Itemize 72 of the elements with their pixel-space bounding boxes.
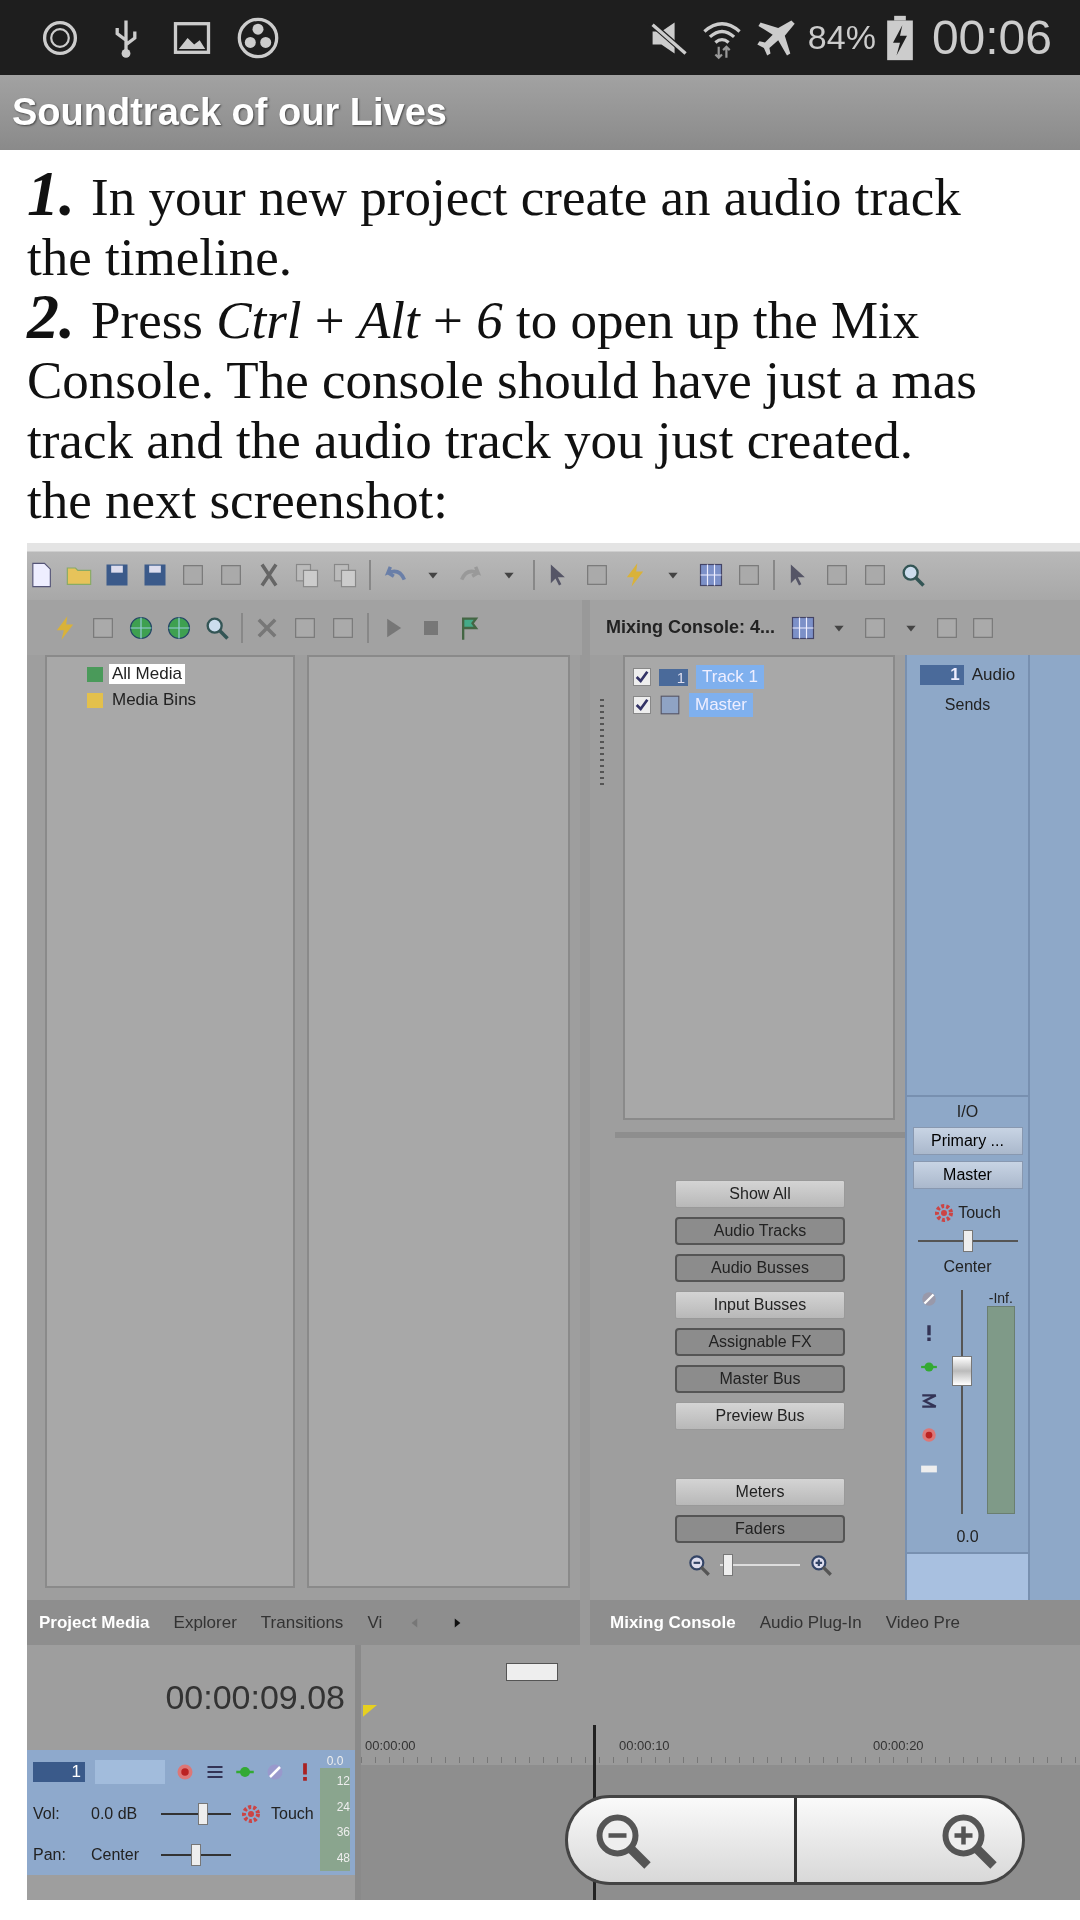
book-title: Soundtrack of our Lives bbox=[12, 91, 447, 134]
section-label: I/O bbox=[956, 1102, 979, 1122]
marker-icon[interactable] bbox=[363, 1705, 377, 1719]
zoom-out-icon[interactable] bbox=[686, 1552, 712, 1578]
checkbox[interactable] bbox=[633, 696, 651, 714]
loop-region-marker[interactable] bbox=[506, 1663, 558, 1681]
meter-scale-label: 12 bbox=[336, 1773, 350, 1788]
film-reel-icon bbox=[236, 15, 280, 60]
channel-name: Audio bbox=[971, 665, 1016, 685]
meter-scale-label: 36 bbox=[336, 1825, 350, 1840]
output-button[interactable]: Master bbox=[912, 1161, 1023, 1189]
clock: 00:06 bbox=[931, 10, 1052, 65]
volume-value: 0.0 dB bbox=[91, 1804, 139, 1823]
tab[interactable]: Vi bbox=[367, 1612, 383, 1633]
filter-button[interactable]: Preview Bus bbox=[675, 1402, 845, 1430]
tab[interactable]: Audio Plug-In bbox=[759, 1612, 862, 1633]
channel-number: 1 bbox=[919, 665, 964, 685]
zoom-in-icon[interactable] bbox=[808, 1552, 834, 1578]
battery-charging-icon bbox=[885, 13, 914, 62]
pan-value: Center bbox=[943, 1257, 992, 1277]
phase-icon[interactable] bbox=[920, 1290, 939, 1308]
meter-scale-label: 48 bbox=[336, 1851, 350, 1866]
peak-value: -Inf. bbox=[988, 1290, 1013, 1306]
filter-button[interactable]: Input Busses bbox=[675, 1291, 845, 1319]
tree-item[interactable]: All Media bbox=[109, 664, 185, 684]
meter-value: 0.0 bbox=[326, 1754, 344, 1768]
folder-icon bbox=[85, 690, 105, 710]
filter-button[interactable]: Assignable FX bbox=[675, 1328, 845, 1356]
bus-icon bbox=[659, 694, 681, 716]
ruler-label: 00:00:10 bbox=[618, 1737, 671, 1753]
battery-percent: 84% bbox=[807, 18, 876, 57]
pan-value: Center bbox=[91, 1845, 141, 1864]
step-text: track and the audio track you just created. bbox=[27, 411, 913, 469]
zoom-out-button[interactable] bbox=[568, 1798, 794, 1882]
gear-icon bbox=[934, 1202, 955, 1223]
filter-button[interactable]: Audio Busses bbox=[675, 1254, 845, 1282]
section-label: Sends bbox=[944, 696, 991, 713]
track-number: 1 bbox=[33, 1761, 85, 1782]
record-icon[interactable] bbox=[920, 1426, 939, 1444]
field-label: Vol: bbox=[33, 1804, 61, 1823]
step-text: the next screenshot: bbox=[27, 471, 448, 529]
zoom-in-button[interactable] bbox=[793, 1798, 1022, 1882]
field-label: Pan: bbox=[33, 1845, 67, 1864]
time-display: 00:00:09.08 bbox=[165, 1678, 345, 1717]
view-button[interactable]: Meters bbox=[675, 1478, 845, 1506]
automation-mode[interactable]: Touch bbox=[958, 1203, 1001, 1222]
view-button[interactable]: Faders bbox=[675, 1515, 845, 1543]
tab[interactable]: Project Media bbox=[39, 1612, 150, 1633]
tab[interactable]: Mixing Console bbox=[610, 1612, 736, 1633]
track-number: 1 bbox=[659, 668, 688, 686]
step-text: In your new project create an audio track bbox=[91, 168, 961, 226]
ruler-label: 00:00:20 bbox=[872, 1737, 925, 1753]
tab[interactable]: Video Pre bbox=[885, 1612, 961, 1633]
volume-value: 0.0 bbox=[956, 1527, 979, 1547]
gear-icon bbox=[241, 1803, 261, 1824]
tab[interactable]: Transitions bbox=[260, 1612, 344, 1633]
folder-icon bbox=[85, 664, 105, 684]
timeline-ruler[interactable]: 00:00:00 00:00:10 00:00:20 bbox=[361, 1725, 1080, 1765]
meter-scale-label: 24 bbox=[336, 1799, 350, 1814]
ruler-label: 00:00:00 bbox=[364, 1737, 417, 1753]
step-text: Console. The console should have just a mas bbox=[27, 351, 977, 409]
tree-item[interactable]: Media Bins bbox=[109, 690, 200, 710]
step-number: 1. bbox=[27, 158, 75, 229]
tab[interactable]: Explorer bbox=[173, 1612, 237, 1633]
input-button[interactable]: Primary ... bbox=[912, 1127, 1023, 1155]
step-text: Press Ctrl + Alt + 6 to open up the Mix bbox=[91, 291, 920, 349]
automation-mode[interactable]: Touch bbox=[271, 1804, 314, 1823]
filter-button[interactable]: Show All bbox=[675, 1180, 845, 1208]
checkbox[interactable] bbox=[633, 668, 651, 686]
filter-button[interactable]: Audio Tracks bbox=[675, 1217, 845, 1245]
filter-button[interactable]: Master Bus bbox=[675, 1365, 845, 1393]
panel-title: Mixing Console: 4... bbox=[606, 617, 775, 638]
